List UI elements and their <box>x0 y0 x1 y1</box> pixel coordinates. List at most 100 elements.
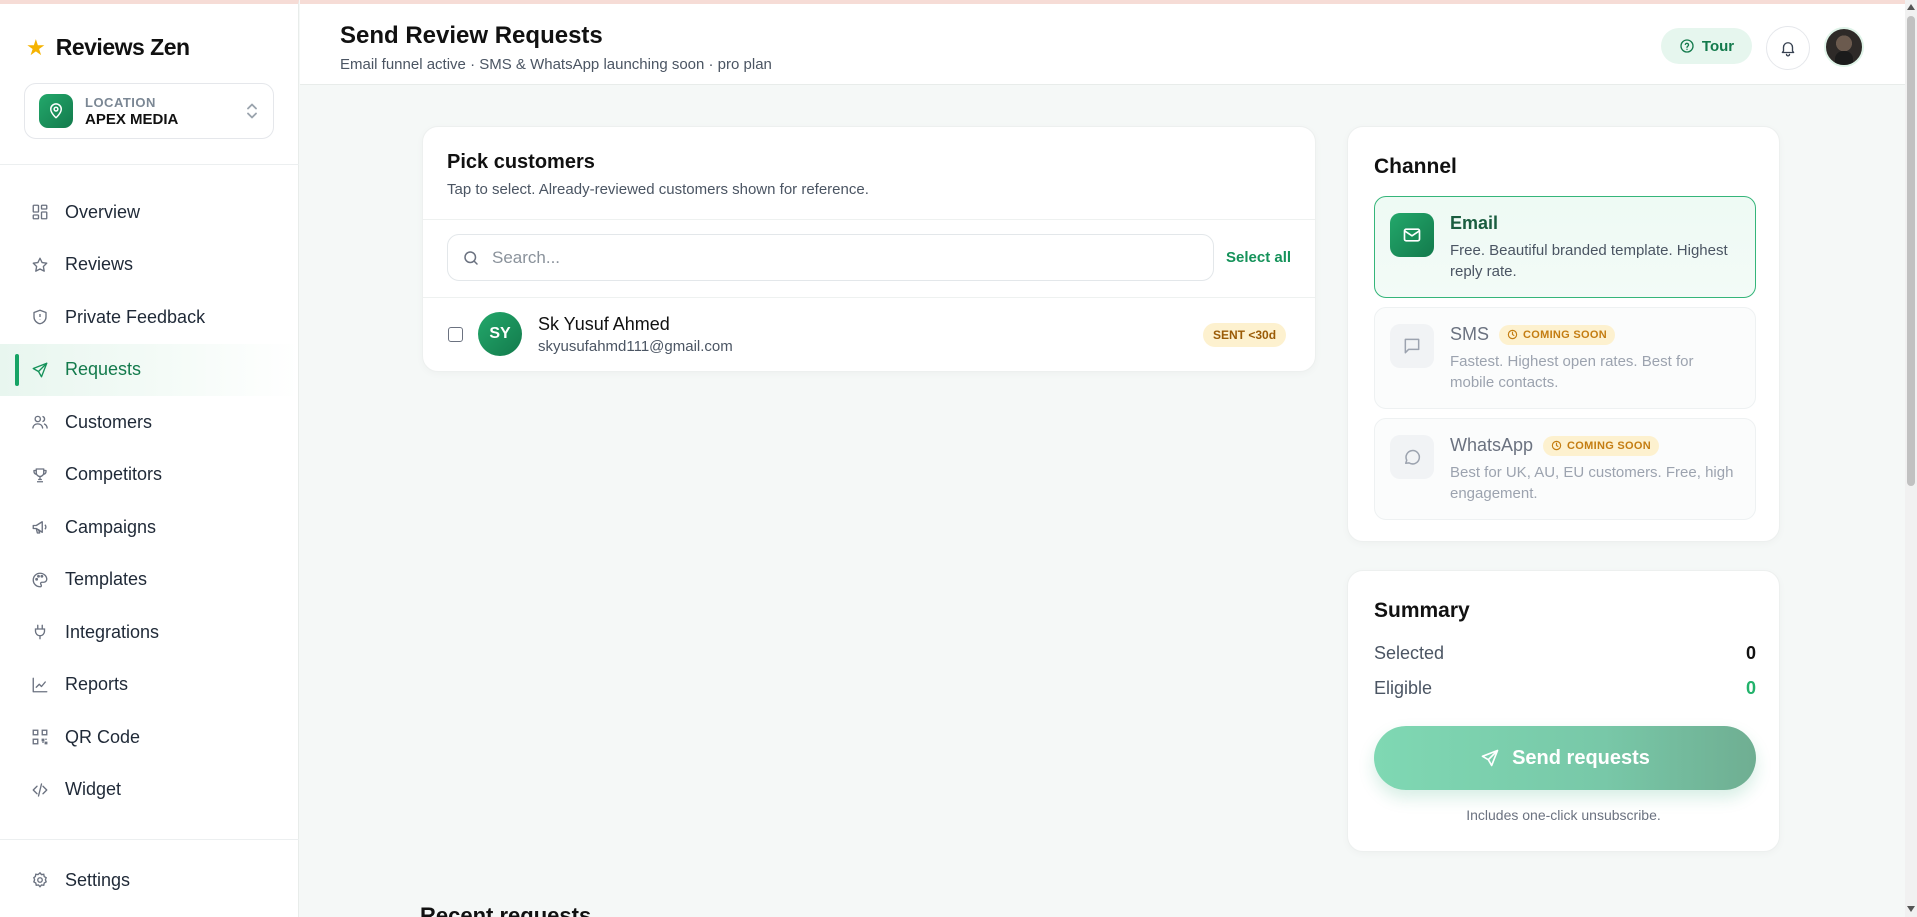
summary-selected-row: Selected 0 <box>1374 643 1756 664</box>
page-title: Send Review Requests <box>340 22 603 49</box>
avatar[interactable] <box>1824 27 1864 67</box>
search-input[interactable] <box>492 247 1172 268</box>
customer-email: skyusufahmd111@gmail.com <box>538 338 733 355</box>
sidebar-item-templates[interactable]: Templates <box>0 554 299 607</box>
pick-customers-card: Pick customers Tap to select. Already-re… <box>422 126 1316 372</box>
sidebar-item-customers[interactable]: Customers <box>0 396 299 449</box>
star-logo-icon: ★ <box>26 34 46 60</box>
selected-value: 0 <box>1745 643 1756 663</box>
customer-name: Sk Yusuf Ahmed <box>538 314 670 334</box>
search-box[interactable] <box>447 234 1214 281</box>
status-badge: SENT <30d <box>1203 323 1287 347</box>
location-label: LOCATION <box>85 94 156 110</box>
channel-name: SMS <box>1450 324 1490 344</box>
sidebar-item-label: Requests <box>65 359 142 380</box>
customer-checkbox[interactable] <box>448 327 463 342</box>
channel-description: Free. Beautiful branded template. Highes… <box>1450 242 1728 280</box>
customer-row[interactable]: SY Sk Yusuf Ahmed skyusufahmd111@gmail.c… <box>423 298 1315 372</box>
bell-icon <box>1779 39 1797 57</box>
eligible-value: 0 <box>1745 678 1756 698</box>
sidebar-item-qr-code[interactable]: QR Code <box>0 711 299 764</box>
card-divider <box>423 219 1315 220</box>
sidebar: ★ Reviews Zen LOCATION APEX MEDIA Overvi… <box>0 0 299 917</box>
chart-icon <box>31 676 49 694</box>
scroll-down-arrow-icon[interactable] <box>1907 906 1915 912</box>
scrollbar-thumb[interactable] <box>1907 16 1915 486</box>
qr-icon <box>31 728 49 746</box>
sidebar-item-label: Campaigns <box>65 516 157 537</box>
pick-customers-title: Pick customers <box>447 151 595 173</box>
send-icon <box>1480 748 1500 768</box>
sidebar-item-label: Private Feedback <box>65 306 206 327</box>
sidebar-item-label: QR Code <box>65 726 141 747</box>
brand[interactable]: ★ Reviews Zen <box>26 34 190 61</box>
channel-option-sms[interactable]: SMS COMING SOON Fastest. Highest open ra… <box>1374 307 1756 409</box>
grid-icon <box>31 203 49 221</box>
channel-description: Fastest. Highest open rates. Best for mo… <box>1450 353 1694 391</box>
summary-title: Summary <box>1374 599 1470 622</box>
page-scrollbar[interactable] <box>1905 0 1917 917</box>
settings-label: Settings <box>65 869 131 890</box>
gear-icon <box>31 871 49 889</box>
scroll-up-arrow-icon[interactable] <box>1907 4 1915 10</box>
sidebar-item-widget[interactable]: Widget <box>0 764 299 817</box>
sidebar-item-label: Templates <box>65 569 148 590</box>
tour-button[interactable]: Tour <box>1661 28 1752 64</box>
sidebar-item-label: Competitors <box>65 464 163 485</box>
sidebar-item-overview[interactable]: Overview <box>0 186 299 239</box>
sidebar-item-label: Customers <box>65 411 153 432</box>
send-requests-button[interactable]: Send requests <box>1374 726 1756 790</box>
shield-icon <box>31 308 49 326</box>
users-icon <box>31 413 49 431</box>
sidebar-item-campaigns[interactable]: Campaigns <box>0 501 299 554</box>
sidebar-item-settings[interactable]: Settings <box>0 854 299 906</box>
brand-name: Reviews Zen <box>55 34 190 60</box>
sidebar-divider <box>0 164 299 165</box>
channel-name: WhatsApp <box>1450 435 1534 455</box>
plug-icon <box>31 623 49 641</box>
clock-icon <box>1507 329 1518 340</box>
sidebar-item-label: Overview <box>65 201 141 222</box>
message-circle-icon <box>1390 435 1434 479</box>
sidebar-item-integrations[interactable]: Integrations <box>0 606 299 659</box>
page-subtitle: Email funnel active · SMS & WhatsApp lau… <box>340 56 772 73</box>
send-icon <box>31 361 49 379</box>
send-requests-label: Send requests <box>1512 746 1650 769</box>
sidebar-item-private-feedback[interactable]: Private Feedback <box>0 291 299 344</box>
sidebar-item-reports[interactable]: Reports <box>0 659 299 712</box>
location-value: APEX MEDIA <box>85 110 179 128</box>
customer-avatar: SY <box>478 312 522 356</box>
sidebar-item-label: Reports <box>65 674 129 695</box>
code-icon <box>31 781 49 799</box>
notifications-button[interactable] <box>1766 26 1810 70</box>
sidebar-item-requests[interactable]: Requests <box>0 343 299 396</box>
clock-icon <box>1551 440 1562 451</box>
pick-customers-description: Tap to select. Already-reviewed customer… <box>447 181 869 198</box>
channel-card: Channel Email Free. Beautiful branded te… <box>1347 126 1780 542</box>
megaphone-icon <box>31 518 49 536</box>
channel-option-email[interactable]: Email Free. Beautiful branded template. … <box>1374 196 1756 298</box>
sidebar-item-competitors[interactable]: Competitors <box>0 449 299 502</box>
coming-soon-badge: COMING SOON <box>1499 324 1615 345</box>
sidebar-item-reviews[interactable]: Reviews <box>0 239 299 292</box>
tour-label: Tour <box>1701 37 1735 55</box>
page-header: Send Review Requests Email funnel active… <box>300 0 1905 85</box>
mail-icon <box>1390 213 1434 257</box>
message-square-icon <box>1390 324 1434 368</box>
select-all-link[interactable]: Select all <box>1226 249 1291 266</box>
star-icon <box>31 256 49 274</box>
sidebar-item-label: Widget <box>65 779 122 800</box>
channel-title: Channel <box>1374 155 1457 178</box>
eligible-label: Eligible <box>1374 678 1433 698</box>
recent-requests-heading: Recent requests <box>420 903 592 917</box>
channel-description: Best for UK, AU, EU customers. Free, hig… <box>1450 464 1734 502</box>
sidebar-nav: Overview Reviews Private Feedback Reques… <box>0 186 299 816</box>
summary-eligible-row: Eligible 0 <box>1374 678 1756 699</box>
channel-option-whatsapp[interactable]: WhatsApp COMING SOON Best for UK, AU, EU… <box>1374 418 1756 520</box>
help-circle-icon <box>1679 38 1695 54</box>
location-selector[interactable]: LOCATION APEX MEDIA <box>24 83 274 139</box>
sidebar-divider <box>0 839 299 840</box>
channel-name: Email <box>1450 213 1499 233</box>
summary-card: Summary Selected 0 Eligible 0 Send reque… <box>1347 570 1780 852</box>
coming-soon-badge: COMING SOON <box>1543 435 1660 456</box>
